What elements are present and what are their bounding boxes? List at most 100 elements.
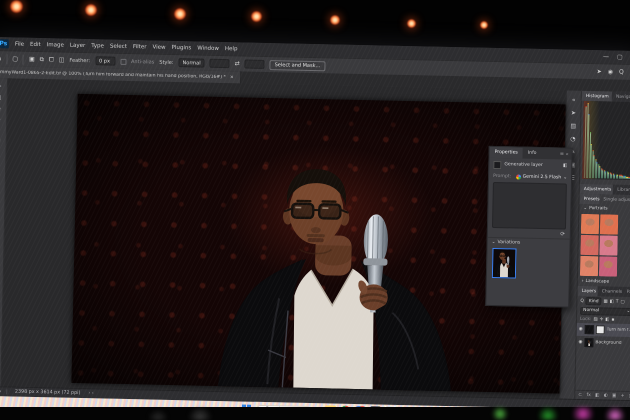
lock-transparency-icon[interactable]: ▨ (593, 317, 597, 322)
tool-preset-icon[interactable]: ▢ (12, 55, 18, 62)
model-selector[interactable]: Gemini 2.5 Flash ⌄ (515, 173, 567, 180)
layers-action-icon-4[interactable]: ▣ (612, 393, 616, 398)
tool-zoom[interactable]: ◍ (0, 290, 1, 301)
menu-window[interactable]: Window (197, 45, 219, 51)
layer-name[interactable]: Turn him forward and m... (607, 327, 630, 333)
layer-mask-thumbnail[interactable] (595, 325, 605, 335)
feather-input[interactable]: 0 px (94, 56, 116, 66)
selection-new-icon[interactable]: ▣ (29, 56, 35, 63)
share-icon[interactable]: ➤ (597, 68, 602, 75)
tool-object-selection[interactable]: ⊙ (0, 114, 5, 125)
tool-type[interactable]: T (0, 246, 2, 257)
lock-position-icon[interactable]: ✛ (600, 317, 604, 322)
tab-channels[interactable]: Channels (598, 286, 623, 297)
tab-presets[interactable]: Presets (579, 193, 600, 205)
notifications-icon[interactable]: ◉ (608, 68, 613, 75)
select-and-mask-button[interactable]: Select and Mask... (269, 59, 326, 71)
variation-thumbnail-selected[interactable] (491, 247, 517, 279)
tool-spot-healing-brush[interactable]: ⊕ (0, 158, 4, 169)
layer-badge-icon[interactable]: ◧ (563, 163, 567, 168)
selection-intersect-icon[interactable]: ◫ (59, 56, 65, 63)
height-input[interactable] (244, 59, 265, 69)
filter-type-icon[interactable]: T (616, 299, 619, 304)
tool-path-selection[interactable]: ▶ (0, 257, 2, 268)
collapsed-panel-icon-1[interactable]: ➤ (571, 110, 576, 117)
tool-hand[interactable]: ✥ (0, 279, 1, 290)
preset-portrait-thumbnail[interactable] (599, 214, 619, 235)
anti-alias-checkbox[interactable] (119, 58, 127, 65)
tab-properties[interactable]: Properties (489, 146, 523, 159)
search-icon[interactable]: Q (619, 69, 624, 76)
visibility-eye-icon[interactable]: ◉ (579, 327, 583, 332)
menu-help[interactable]: Help (225, 46, 238, 52)
tool-blur[interactable]: ◑ (0, 213, 3, 224)
variations-header[interactable]: ⌄ Variations (487, 236, 570, 249)
layers-action-icon-2[interactable]: ◧ (595, 393, 599, 398)
minimize-button[interactable]: — (603, 53, 609, 60)
prompt-textarea[interactable] (491, 181, 567, 230)
menu-filter[interactable]: Filter (133, 44, 147, 50)
preset-portrait-thumbnail[interactable] (580, 234, 599, 256)
layers-action-icon-5[interactable]: + (621, 393, 625, 398)
lock-artboard-icon[interactable]: ◧ (605, 317, 609, 322)
tool-clone-stamp[interactable]: ⊚ (0, 180, 3, 191)
panel-menu-icon[interactable]: ≡ « (555, 148, 572, 159)
regenerate-icon[interactable]: ⟳ (560, 231, 565, 237)
preset-portrait-thumbnail[interactable] (579, 255, 599, 277)
tool-crop[interactable]: ⊞ (0, 125, 5, 136)
photoshop-logo-icon[interactable]: Ps (0, 39, 9, 49)
menu-file[interactable]: File (15, 41, 24, 47)
tab-layers[interactable]: Layers (577, 285, 598, 297)
filter-adjustment-icon[interactable]: ◧ (610, 299, 614, 304)
tab-close-icon[interactable]: × (230, 75, 234, 80)
style-select[interactable]: Normal (178, 58, 205, 68)
tool-gradient[interactable]: ▤ (0, 202, 3, 213)
layer-row-generative[interactable]: ◉ Turn him forward and m... (576, 322, 630, 338)
preset-portrait-thumbnail[interactable] (598, 256, 618, 277)
menu-layer[interactable]: Layer (70, 42, 85, 48)
menu-edit[interactable]: Edit (30, 41, 41, 47)
menu-image[interactable]: Image (47, 42, 64, 48)
menu-view[interactable]: View (152, 44, 165, 50)
width-input[interactable] (209, 58, 230, 69)
selection-subtract-icon[interactable]: ⧠ (49, 56, 54, 64)
layers-action-icon-3[interactable]: ◐ (604, 393, 608, 398)
menu-select[interactable]: Select (110, 43, 127, 49)
status-chevrons[interactable]: › ‹ (88, 391, 93, 396)
layer-thumbnail[interactable] (584, 325, 594, 335)
maximize-button[interactable]: ▢ (617, 54, 623, 61)
menu-type[interactable]: Type (91, 43, 104, 49)
collapsed-panel-icon-0[interactable]: « (572, 97, 576, 104)
layers-action-icon-1[interactable]: fx (586, 393, 590, 398)
layer-thumbnail[interactable] (584, 337, 594, 348)
collapsed-panel-icon-2[interactable]: ▤ (570, 123, 576, 130)
tool-pen[interactable]: ✎ (0, 235, 2, 246)
lock-all-icon[interactable]: ▪ (611, 317, 614, 322)
selection-add-icon[interactable]: ⧉ (40, 56, 44, 64)
tab-info[interactable]: Info (523, 148, 542, 159)
tool-rectangular-marquee[interactable]: ▢ (0, 92, 5, 103)
link-dimensions-icon[interactable]: ⇄ (235, 60, 240, 67)
layer-filter-select[interactable]: Kind (585, 297, 602, 306)
tab-navigator[interactable]: Navigator (612, 92, 630, 103)
tab-paths[interactable]: Pat (623, 287, 630, 297)
collapsed-panel-icon-3[interactable]: ◔ (570, 136, 575, 143)
preset-portrait-thumbnail[interactable] (580, 213, 600, 235)
zoom-level[interactable]: 50% (0, 389, 7, 395)
tool-dodge[interactable]: ◐ (0, 224, 2, 235)
home-icon[interactable]: ⌂ (0, 55, 1, 62)
visibility-eye-icon[interactable]: ◉ (578, 340, 582, 345)
tool-move[interactable]: ✛ (0, 81, 6, 92)
tab-libraries[interactable]: Libraries (613, 185, 630, 196)
menu-plugins[interactable]: Plugins (171, 44, 191, 50)
filter-pixel-icon[interactable]: ▦ (603, 299, 607, 304)
preset-portrait-thumbnail[interactable] (599, 235, 618, 256)
tool-eraser[interactable]: ▭ (0, 191, 3, 202)
tool-eyedropper[interactable]: ✒ (0, 147, 4, 158)
tab-histogram[interactable]: Histogram (581, 90, 613, 102)
layer-row-background[interactable]: ◉ Background ▪ (576, 336, 630, 350)
tool-rectangle[interactable]: ◻ (0, 268, 1, 279)
canvas-area[interactable]: Properties Info ≡ « Generative layer ◧ P… (1, 78, 573, 399)
tool-lasso[interactable]: ◌ (0, 103, 5, 114)
layer-name[interactable]: Background (595, 340, 628, 346)
